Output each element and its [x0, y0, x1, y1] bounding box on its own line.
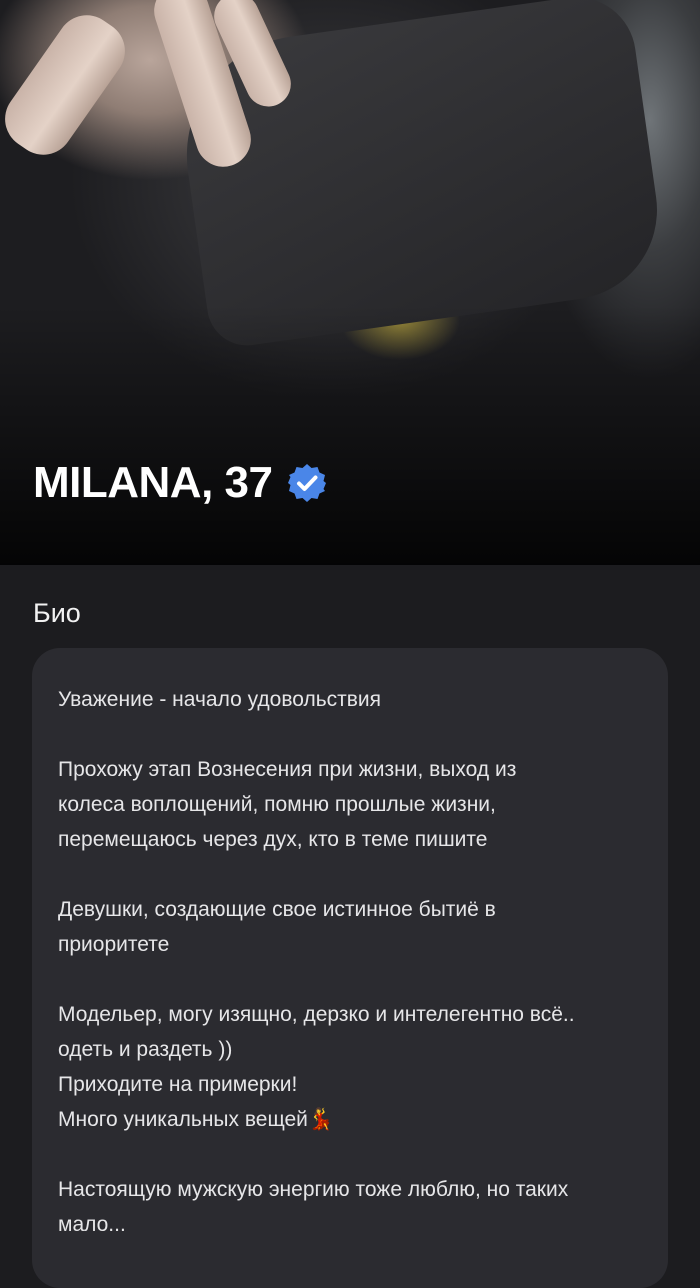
bio-line: колеса воплощений, помню прошлые жизни, [58, 793, 496, 816]
bio-line: Девушки, создающие свое истинное бытиё в [58, 898, 496, 921]
profile-header: MILANA, 37 [33, 458, 328, 508]
bio-line: Настоящую мужскую энергию тоже люблю, но… [58, 1178, 569, 1201]
verified-badge-icon [286, 462, 328, 504]
bio-line: Приходите на примерки! [58, 1073, 298, 1096]
bio-line: перемещаюсь через дух, кто в теме пишите [58, 828, 488, 851]
bio-card: Уважение - начало удовольствия Прохожу э… [32, 648, 668, 1288]
bio-line: Уважение - начало удовольствия [58, 688, 382, 711]
bio-section-title: Био [33, 598, 81, 628]
bio-line: Прохожу этап Вознесения при жизни, выход… [58, 758, 517, 781]
photo-bottom-shade [0, 305, 700, 565]
bio-line: приоритете [58, 933, 170, 956]
bio-line: одеть и раздеть )) [58, 1038, 233, 1061]
bio-line: мало... [58, 1213, 126, 1236]
bio-line: Много уникальных вещей💃 [58, 1108, 335, 1131]
photo-finger-shape [0, 3, 137, 167]
bio-line: Модельер, могу изящно, дерзко и интелеге… [58, 1003, 575, 1026]
profile-name-age: MILANA, 37 [33, 458, 273, 507]
